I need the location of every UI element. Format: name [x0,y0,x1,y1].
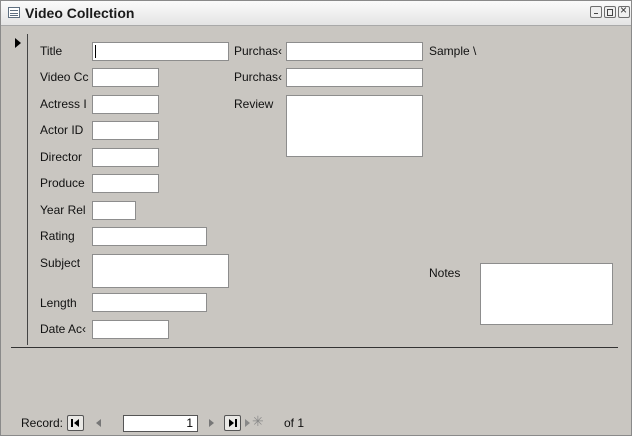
label-purchase-2: Purchas‹ [234,70,283,84]
label-length: Length [40,296,77,310]
previous-record-button[interactable] [91,415,108,431]
producer-field[interactable] [92,174,159,193]
label-review: Review [234,97,274,111]
detail-section-border [11,347,618,348]
title-field[interactable] [92,42,229,61]
label-date-acquired: Date Ac‹ [40,322,87,336]
form-icon[interactable] [8,7,20,18]
first-record-button[interactable] [67,415,84,431]
new-record-star-icon: ✳ [252,413,264,429]
first-record-icon [71,419,73,427]
actress-id-field[interactable] [92,95,159,114]
label-actor-id: Actor ID [40,123,84,137]
label-producer: Produce [40,176,85,190]
form-window: Video Collection Title Video Cc Actress … [0,0,632,436]
text-caret [95,45,96,58]
date-acquired-field[interactable] [92,320,169,339]
previous-record-icon [96,419,101,427]
record-count: of 1 [284,416,305,430]
record-label: Record: [21,416,64,430]
label-notes: Notes [429,266,461,280]
new-record-button[interactable]: ✳ [243,413,269,431]
close-icon[interactable] [618,3,630,18]
length-field[interactable] [92,293,207,312]
purchase-field-2[interactable] [286,68,423,87]
notes-field[interactable] [480,263,613,325]
actor-id-field[interactable] [92,121,159,140]
label-subject: Subject [40,256,81,270]
current-record-input[interactable]: 1 [123,415,198,432]
purchase-field-1[interactable] [286,42,423,61]
rating-field[interactable] [92,227,207,246]
minimize-icon[interactable] [590,6,602,18]
maximize-icon[interactable] [604,6,616,18]
record-selector-icon [15,38,21,48]
label-video-code: Video Cc [40,70,89,84]
year-released-field[interactable] [92,201,136,220]
label-sample: Sample \ [429,44,477,58]
last-record-button[interactable] [224,415,241,431]
label-director: Director [40,150,83,164]
window-title: Video Collection [25,5,135,21]
label-actress: Actress I [40,97,87,111]
subject-field[interactable] [92,254,229,288]
label-purchase-1: Purchas‹ [234,44,283,58]
last-record-arrow-icon [229,419,234,427]
new-record-icon [245,419,250,427]
first-record-arrow-icon [74,419,79,427]
video-code-field[interactable] [92,68,159,87]
title-bar: Video Collection [1,1,631,26]
label-rating: Rating [40,229,75,243]
next-record-button[interactable] [203,415,220,431]
next-record-icon [209,419,214,427]
last-record-icon [235,419,237,427]
review-field[interactable] [286,95,423,157]
record-selector[interactable] [11,34,28,345]
label-year-released: Year Rel [40,203,86,217]
label-title: Title [40,44,63,58]
director-field[interactable] [92,148,159,167]
